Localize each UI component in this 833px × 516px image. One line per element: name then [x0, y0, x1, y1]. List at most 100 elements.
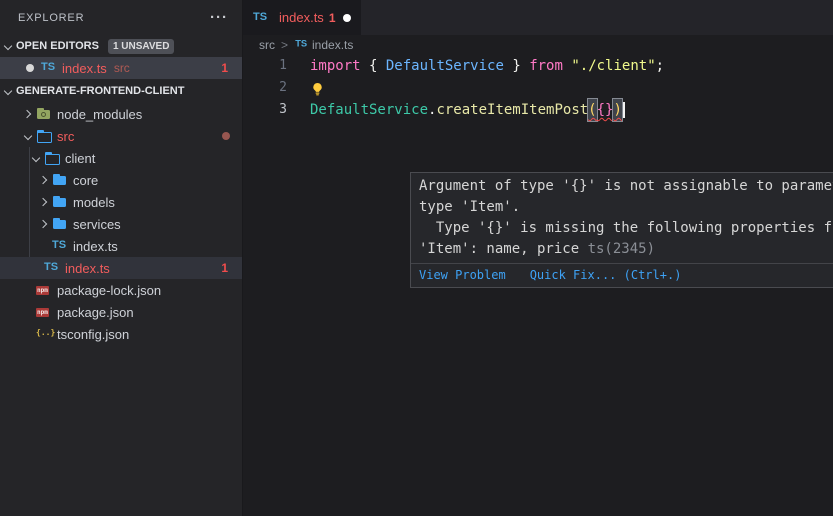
tree-item-label: client — [65, 151, 95, 166]
hover-actions: View Problem Quick Fix... (Ctrl+.) — [411, 263, 833, 287]
typescript-icon — [295, 38, 309, 52]
tree-item[interactable]: client — [0, 147, 242, 169]
breadcrumb-file[interactable]: index.ts — [294, 37, 353, 53]
tree-item-label: node_modules — [57, 107, 142, 122]
quick-fix-link[interactable]: Quick Fix... (Ctrl+.) — [530, 268, 682, 282]
folder-icon — [52, 216, 68, 232]
npm-icon — [36, 304, 52, 320]
chevron-right-icon[interactable] — [36, 194, 52, 210]
folder-error-dot-badge — [222, 132, 230, 140]
code-token: } — [504, 55, 529, 77]
chevron-right-icon[interactable] — [36, 172, 52, 188]
ts-error-code: ts(2345) — [588, 241, 655, 257]
explorer-sidebar: EXPLORER OPEN EDITORS 1 UNSAVED index.ts… — [0, 0, 243, 516]
open-editor-filename: index.ts — [62, 61, 107, 76]
chevron-down-icon[interactable] — [20, 128, 36, 144]
code-token: ( — [588, 99, 596, 121]
tree-item[interactable]: core — [0, 169, 242, 191]
typescript-icon — [52, 238, 68, 254]
tab-index-ts[interactable]: index.ts 1 — [243, 0, 361, 35]
more-actions-icon[interactable] — [210, 13, 228, 23]
line-number: 1 — [243, 55, 287, 77]
code-line-content: import { DefaultService } from "./client… — [310, 55, 664, 77]
hover-message-line: Type '{}' is missing the following prope… — [419, 218, 833, 239]
npm-emblem-icon — [41, 112, 46, 117]
hover-message-line: type 'Item'. — [419, 197, 833, 218]
hover-message-text: Argument of type '{}' is not assignable … — [419, 178, 833, 194]
twisty-spacer — [20, 326, 36, 342]
tree-item-label: src — [57, 129, 74, 144]
hover-message-text: Type '{}' is missing the following prope… — [419, 220, 832, 236]
line-number: 3 — [243, 99, 287, 121]
tree-item[interactable]: package-lock.json — [0, 279, 242, 301]
code-token: . — [428, 99, 436, 121]
modified-dot-icon[interactable] — [26, 64, 34, 72]
chevron-right-icon[interactable] — [36, 216, 52, 232]
folder-open-icon — [44, 150, 60, 166]
explorer-title: EXPLORER — [18, 12, 84, 24]
twisty-spacer — [36, 238, 52, 254]
code-token: DefaultService — [386, 55, 504, 77]
tree-item[interactable]: node_modules — [0, 103, 242, 125]
json-braces-icon — [36, 326, 52, 342]
tab-filename: index.ts — [279, 10, 324, 25]
tree-item-label: services — [73, 217, 121, 232]
hover-message: Argument of type '{}' is not assignable … — [411, 173, 833, 263]
code-line-content — [310, 77, 325, 99]
hover-message-line: 'Item': name, price ts(2345) — [419, 239, 833, 260]
code-token: ) — [613, 99, 621, 121]
tree-item-label: package.json — [57, 305, 134, 320]
line-number: 2 — [243, 77, 287, 99]
tree-item[interactable]: index.ts — [0, 235, 242, 257]
tree-item-label: package-lock.json — [57, 283, 161, 298]
code-editor[interactable]: 1 import { DefaultService } from "./clien… — [243, 55, 833, 516]
tree-item-label: index.ts — [73, 239, 118, 254]
folder-icon — [52, 194, 68, 210]
twisty-spacer — [20, 304, 36, 320]
tree-item[interactable]: src — [0, 125, 242, 147]
code-line: 3 DefaultService.createItemItemPost({}) — [243, 99, 833, 121]
code-token — [563, 55, 571, 77]
chevron-down-icon[interactable] — [0, 38, 16, 54]
npm-folder-icon — [36, 106, 52, 122]
npm-icon — [36, 282, 52, 298]
breadcrumb-folder[interactable]: src — [259, 38, 275, 52]
typescript-icon — [253, 10, 269, 26]
code-token: { — [361, 55, 386, 77]
code-token: {} — [597, 99, 614, 121]
unsaved-count-badge: 1 UNSAVED — [108, 39, 175, 54]
chevron-right-icon[interactable] — [20, 106, 36, 122]
folder-open-icon — [36, 128, 52, 144]
code-token: "./client" — [571, 55, 655, 77]
view-problem-link[interactable]: View Problem — [419, 268, 506, 282]
modified-dot-icon[interactable] — [343, 14, 351, 22]
tree-item[interactable]: tsconfig.json — [0, 323, 242, 345]
open-editor-item-index-ts[interactable]: index.ts src 1 — [0, 57, 242, 79]
chevron-down-icon[interactable] — [0, 83, 16, 99]
tree-item[interactable]: package.json — [0, 301, 242, 323]
tree-item-label: tsconfig.json — [57, 327, 129, 342]
code-line: 2 — [243, 77, 833, 99]
code-token: from — [529, 55, 563, 77]
error-count-badge: 1 — [221, 261, 228, 275]
chevron-down-icon[interactable] — [28, 150, 44, 166]
lightbulb-icon[interactable] — [310, 82, 325, 97]
error-hover-widget: Argument of type '{}' is not assignable … — [410, 172, 833, 288]
tab-error-count: 1 — [329, 11, 336, 25]
typescript-icon — [41, 60, 57, 76]
tree-item[interactable]: models — [0, 191, 242, 213]
twisty-spacer — [28, 260, 44, 276]
tree-item-label: index.ts — [65, 261, 110, 276]
tree-item[interactable]: services — [0, 213, 242, 235]
error-count-badge: 1 — [221, 61, 228, 75]
open-editors-label: OPEN EDITORS — [16, 40, 99, 52]
file-tree: node_modulessrc client coremodels services i… — [0, 103, 242, 516]
code-line-content: DefaultService.createItemItemPost({}) — [310, 99, 625, 121]
tree-item[interactable]: index.ts 1 — [0, 257, 242, 279]
open-editor-description: src — [114, 61, 130, 75]
code-token: import — [310, 55, 361, 77]
open-editors-section-header[interactable]: OPEN EDITORS 1 UNSAVED — [0, 35, 242, 57]
project-section-header[interactable]: GENERATE-FRONTEND-CLIENT — [0, 79, 242, 103]
hover-message-line: Argument of type '{}' is not assignable … — [419, 176, 833, 197]
vscode-window: EXPLORER OPEN EDITORS 1 UNSAVED index.ts… — [0, 0, 833, 516]
